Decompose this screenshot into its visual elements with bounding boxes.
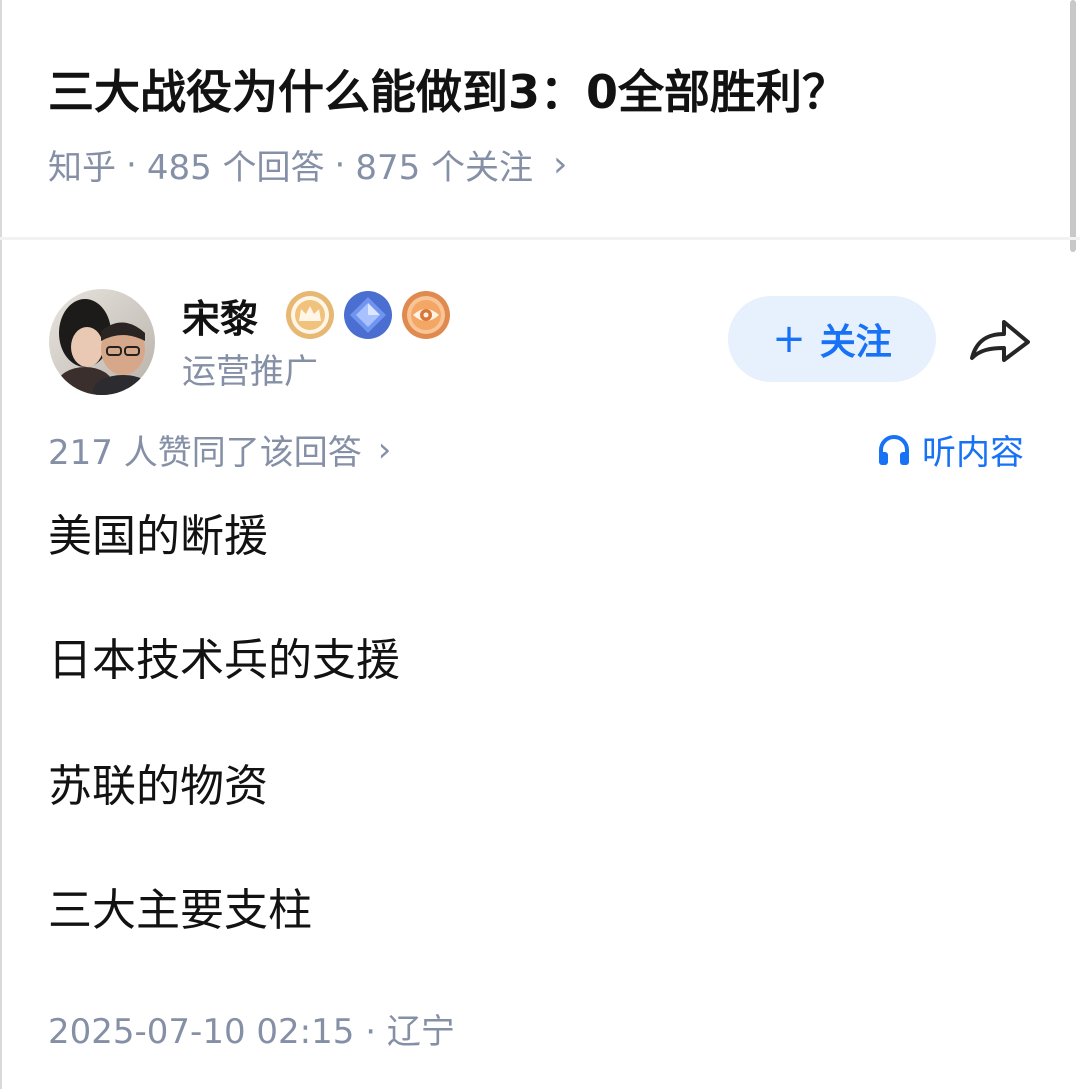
follow-label: 关注 <box>819 322 892 363</box>
chevron-right-icon: › <box>553 144 568 185</box>
diamond-badge-icon <box>344 291 392 339</box>
meta-separator: · <box>126 144 137 185</box>
eye-badge-icon <box>402 291 450 339</box>
question-meta[interactable]: 知乎 · 485 个回答 · 875 个关注 › <box>48 140 567 189</box>
share-arrow-icon[interactable] <box>966 312 1034 368</box>
crown-badge-icon <box>286 291 334 339</box>
follow-button[interactable]: + 关注 <box>728 296 936 382</box>
source-label: 知乎 <box>48 148 116 188</box>
answer-paragraph: 苏联的物资 <box>48 761 268 812</box>
answer-paragraph: 三大主要支柱 <box>48 885 312 936</box>
author-subtitle: 运营推广 <box>182 352 318 392</box>
headphones-icon <box>879 434 909 465</box>
plus-icon: + <box>772 316 806 362</box>
listen-button[interactable]: 听内容 <box>876 425 1024 474</box>
meta-separator: · <box>334 144 346 185</box>
answer-paragraph: 日本技术兵的支援 <box>48 635 400 686</box>
section-divider <box>0 237 1080 240</box>
meta-separator: · <box>365 1012 377 1052</box>
vote-count-link[interactable]: 217 人赞同了该回答 › <box>48 425 391 474</box>
post-location: 辽宁 <box>386 1012 455 1052</box>
answer-footer-meta: 2025-07-10 02:15 · 辽宁 <box>48 1004 455 1053</box>
vote-count: 217 人赞同了该回答 <box>48 433 362 473</box>
listen-label: 听内容 <box>922 433 1024 473</box>
author-name[interactable]: 宋黎 <box>182 288 258 343</box>
follower-count: 875 个关注 <box>355 148 534 188</box>
answer-paragraph: 美国的断援 <box>48 511 268 562</box>
author-badges <box>285 290 451 340</box>
answer-count: 485 个回答 <box>146 148 325 188</box>
avatar[interactable] <box>49 289 155 395</box>
chevron-right-icon: › <box>377 429 392 470</box>
post-datetime: 2025-07-10 02:15 <box>48 1012 355 1052</box>
question-title[interactable]: 三大战役为什么能做到3：0全部胜利？ <box>48 56 848 122</box>
question-header[interactable]: 三大战役为什么能做到3：0全部胜利？ 知乎 · 485 个回答 · 875 个关… <box>0 0 1080 238</box>
